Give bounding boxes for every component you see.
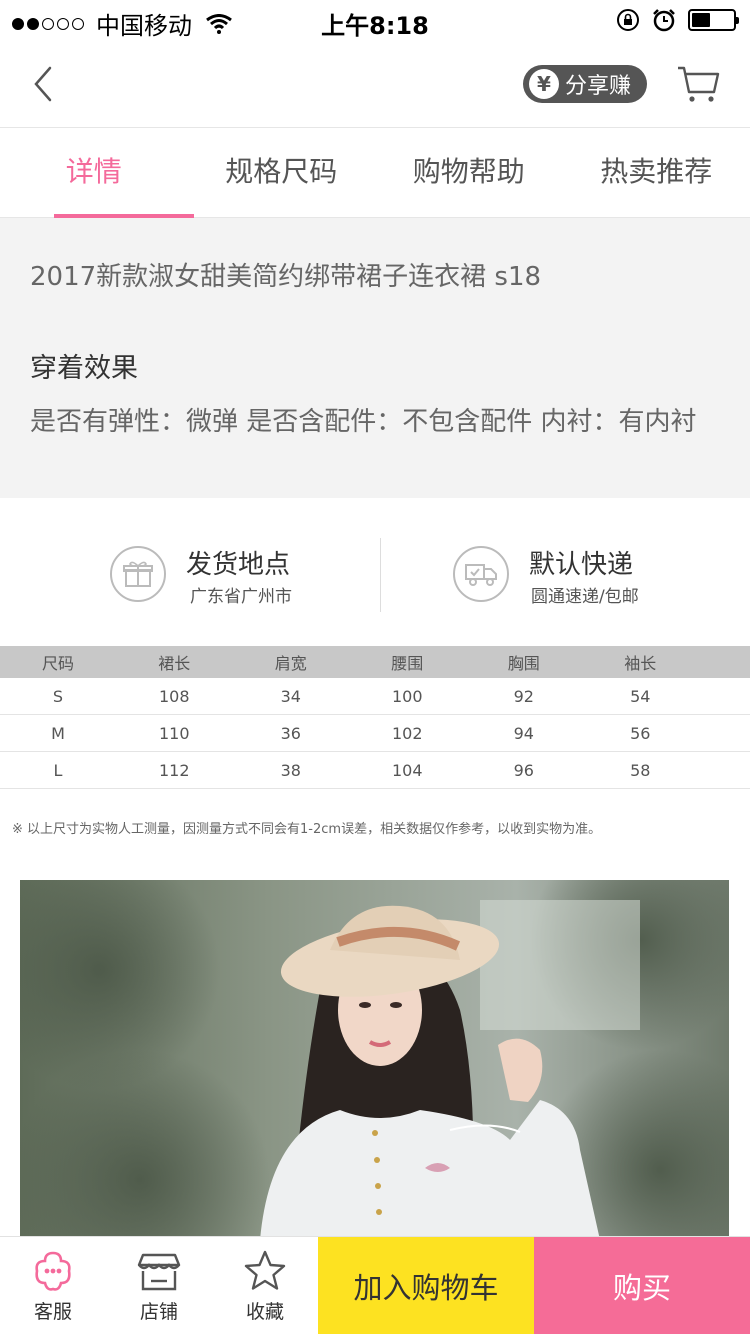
customer-service-button[interactable]: 客服 [0, 1237, 106, 1334]
product-attributes: 是否有弹性：微弹 是否含配件：不包含配件 内衬：有内衬 [30, 407, 697, 437]
rotation-lock-icon [617, 9, 639, 31]
tab-shopping-help[interactable]: 购物帮助 [375, 128, 563, 217]
battery-icon [688, 9, 739, 31]
table-cell: 94 [513, 723, 534, 743]
ship-courier-label: 默认快递 [529, 550, 634, 580]
table-cell: 92 [513, 686, 534, 706]
table-cell: 54 [630, 686, 651, 706]
table-cell: 112 [158, 760, 190, 780]
add-to-cart-button[interactable]: 加入购物车 [318, 1237, 534, 1334]
table-row: L 112 38 104 96 58 [0, 752, 750, 789]
size-note: ※ 以上尺寸为实物人工测量，因测量方式不同会有1-2cm误差，相关数据仅作参考，… [12, 822, 602, 837]
ship-courier-value: 圆通速递/包邮 [531, 587, 639, 607]
size-table-header: 尺码 裙长 肩宽 腰围 胸围 袖长 [0, 646, 750, 678]
nav-bar: ¥ 分享赚 [0, 40, 750, 128]
yen-icon: ¥ [529, 69, 559, 99]
ship-origin: 发货地点 广东省广州市 [0, 498, 375, 646]
shop-icon [137, 1253, 181, 1291]
service-label: 客服 [33, 1301, 72, 1323]
table-cell: 38 [280, 760, 301, 780]
buy-button[interactable]: 购买 [534, 1237, 750, 1334]
table-row: S 108 34 100 92 54 [0, 678, 750, 715]
star-icon [244, 1250, 286, 1290]
shop-button[interactable]: 店铺 [106, 1237, 212, 1334]
column-header: 袖长 [624, 654, 657, 673]
table-cell: S [52, 686, 64, 706]
table-cell: 58 [630, 760, 651, 780]
product-photo [20, 880, 729, 1240]
gift-box-icon [110, 546, 166, 602]
share-earn-button[interactable]: ¥ 分享赚 [523, 65, 647, 103]
product-title: 2017新款淑女甜美简约绑带裙子连衣裙 s18 [30, 262, 542, 292]
tab-hot-recommend[interactable]: 热卖推荐 [563, 128, 750, 217]
column-header: 肩宽 [274, 654, 307, 673]
tab-bar: 详情 规格尺码 购物帮助 热卖推荐 [0, 128, 750, 218]
bottom-action-bar: 客服 店铺 收藏 加入购物车 购买 [0, 1236, 750, 1334]
ship-courier: 默认快递 圆通速递/包邮 [375, 498, 750, 646]
column-header: 腰围 [391, 654, 424, 673]
status-bar: 中国移动 上午8:18 [0, 0, 750, 40]
product-detail-section: 2017新款淑女甜美简约绑带裙子连衣裙 s18 穿着效果 是否有弹性：微弹 是否… [0, 218, 750, 498]
section-title: 穿着效果 [30, 353, 138, 384]
table-cell: 96 [513, 760, 534, 780]
shipping-info: 发货地点 广东省广州市 默认快递 圆通速递/包邮 [0, 498, 750, 646]
table-cell: L [53, 760, 63, 780]
table-cell: 56 [630, 723, 651, 743]
column-header: 尺码 [41, 654, 74, 673]
ship-origin-label: 发货地点 [186, 550, 291, 580]
table-cell: 100 [391, 686, 423, 706]
table-cell: 36 [280, 723, 301, 743]
favorite-label: 收藏 [245, 1301, 284, 1323]
table-cell: 108 [158, 686, 190, 706]
favorite-button[interactable]: 收藏 [212, 1237, 318, 1334]
alarm-icon [653, 9, 675, 32]
back-arrow-icon[interactable] [28, 62, 68, 106]
tab-size-spec[interactable]: 规格尺码 [188, 128, 376, 217]
table-cell: 102 [391, 723, 423, 743]
cart-icon[interactable] [676, 64, 720, 104]
table-cell: 110 [158, 723, 190, 743]
column-header: 胸围 [507, 654, 540, 673]
delivery-truck-icon [453, 546, 509, 602]
table-row: M 110 36 102 94 56 [0, 715, 750, 752]
column-header: 裙长 [158, 654, 191, 673]
shop-label: 店铺 [139, 1301, 178, 1323]
status-right [616, 8, 739, 32]
tab-details[interactable]: 详情 [0, 128, 194, 218]
table-cell: M [51, 723, 65, 743]
flower-service-icon [35, 1251, 71, 1291]
size-table: 尺码 裙长 肩宽 腰围 胸围 袖长 S 108 34 100 92 54 M 1… [0, 646, 750, 789]
table-cell: 34 [280, 686, 301, 706]
ship-origin-value: 广东省广州市 [190, 587, 292, 607]
table-cell: 104 [391, 760, 423, 780]
share-earn-label: 分享赚 [565, 74, 632, 99]
battery-fill [692, 13, 710, 27]
